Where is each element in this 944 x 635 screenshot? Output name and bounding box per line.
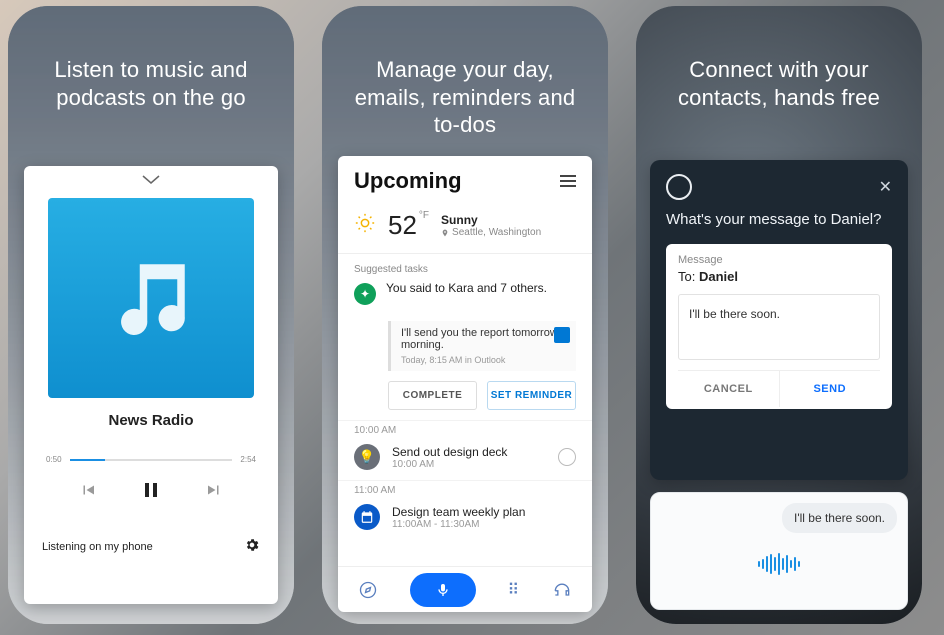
task-status-icon: ✦	[354, 283, 376, 305]
promo-phone-3: Connect with your contacts, hands free ✕…	[636, 6, 922, 624]
calendar-icon	[354, 504, 380, 530]
task-quote: I'll send you the report tomorrow mornin…	[388, 321, 576, 371]
cortana-prompt: What's your message to Daniel?	[666, 210, 892, 230]
progress-row: 0:50 2:54	[24, 429, 278, 464]
headline-1: Listen to music and podcasts on the go	[8, 6, 294, 111]
event-subtitle: 11:00AM - 11:30AM	[392, 519, 525, 530]
track-title: News Radio	[24, 412, 278, 429]
progress-bar[interactable]	[70, 459, 233, 461]
compass-icon[interactable]	[358, 580, 378, 600]
weather-row[interactable]: 52°F Sunny Seattle, Washington	[338, 204, 592, 254]
cortana-icon	[666, 174, 692, 200]
pause-button[interactable]	[139, 478, 163, 507]
task-quote-meta: Today, 8:15 AM in Outlook	[401, 355, 568, 365]
message-to: To: Daniel	[678, 269, 880, 284]
music-player-card: News Radio 0:50 2:54 Listening on my pho…	[24, 166, 278, 604]
time-total: 2:54	[240, 455, 256, 464]
cancel-button[interactable]: CANCEL	[678, 371, 780, 407]
event-title: Send out design deck	[392, 445, 507, 459]
weather-condition: Sunny	[441, 213, 541, 227]
audio-wave-icon[interactable]	[758, 553, 800, 575]
cortana-card: ✕ What's your message to Daniel? Message…	[650, 160, 908, 480]
promo-phone-1: Listen to music and podcasts on the go N…	[8, 6, 294, 624]
suggested-label: Suggested tasks	[338, 254, 592, 281]
message-body[interactable]: I'll be there soon.	[678, 294, 880, 360]
complete-ring[interactable]	[558, 448, 576, 466]
weather-temp: 52°F	[388, 210, 429, 241]
event-title: Design team weekly plan	[392, 505, 525, 519]
chevron-down-icon[interactable]	[24, 166, 278, 192]
idea-icon: 💡	[354, 444, 380, 470]
time-slot-1: 10:00 AM	[338, 420, 592, 438]
suggested-task[interactable]: ✦ You said to Kara and 7 others.	[338, 281, 592, 313]
listening-text: Listening on my phone	[42, 541, 153, 553]
event-item-2[interactable]: Design team weekly plan 11:00AM - 11:30A…	[338, 498, 592, 540]
headset-icon[interactable]	[552, 580, 572, 600]
grid-icon[interactable]: ⠿	[508, 580, 521, 600]
album-art	[48, 198, 254, 398]
upcoming-card: Upcoming 52°F Sunny Seattle	[338, 156, 592, 612]
headline-3: Connect with your contacts, hands free	[636, 6, 922, 111]
chat-area: I'll be there soon.	[650, 492, 908, 610]
previous-button[interactable]	[79, 481, 97, 504]
outlook-icon	[554, 327, 570, 343]
complete-button[interactable]: COMPLETE	[388, 381, 477, 410]
chat-bubble: I'll be there soon.	[782, 503, 897, 533]
headline-2: Manage your day, emails, reminders and t…	[322, 6, 608, 139]
next-button[interactable]	[205, 481, 223, 504]
bottom-nav: ⠿	[338, 566, 592, 612]
gear-icon[interactable]	[244, 537, 260, 556]
promo-phone-2: Manage your day, emails, reminders and t…	[322, 6, 608, 624]
compose-card: Message To: Daniel I'll be there soon. C…	[666, 244, 892, 409]
time-slot-2: 11:00 AM	[338, 480, 592, 498]
message-label: Message	[678, 254, 880, 266]
upcoming-title: Upcoming	[354, 168, 462, 194]
event-subtitle: 10:00 AM	[392, 459, 507, 470]
event-item-1[interactable]: 💡 Send out design deck 10:00 AM	[338, 438, 592, 480]
sun-icon	[354, 212, 376, 239]
music-note-icon	[106, 253, 196, 343]
send-button[interactable]: SEND	[780, 371, 881, 407]
task-title: You said to Kara and 7 others.	[386, 281, 576, 295]
close-icon[interactable]: ✕	[879, 177, 892, 197]
mic-button[interactable]	[410, 573, 476, 607]
weather-location: Seattle, Washington	[441, 227, 541, 238]
time-elapsed: 0:50	[46, 455, 62, 464]
menu-icon[interactable]	[560, 175, 576, 187]
set-reminder-button[interactable]: SET REMINDER	[487, 381, 576, 410]
